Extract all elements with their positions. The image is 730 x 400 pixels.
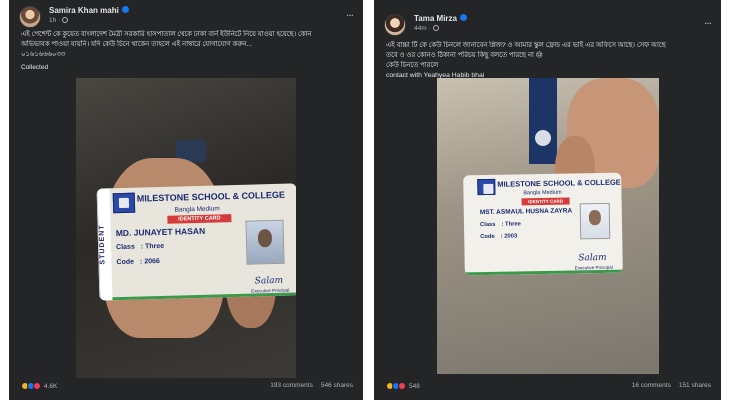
post-photo[interactable]: MILESTONE SCHOOL & COLLEGE Bangla Medium…: [437, 78, 659, 374]
reaction-count[interactable]: 4.6K: [44, 383, 57, 390]
reactions[interactable]: 548: [386, 382, 420, 390]
post-header: Tama Mirza 44m · ...: [384, 14, 712, 40]
card-class-value: : Three: [140, 242, 165, 251]
author-name[interactable]: Samira Khan mahi: [49, 6, 129, 15]
reactions[interactable]: 4.6K: [21, 382, 57, 390]
verified-badge-icon: [459, 14, 467, 21]
lanyard: [529, 78, 557, 164]
card-school: MILESTONE SCHOOL & COLLEGE: [497, 177, 621, 189]
card-class: Class : Three: [480, 221, 521, 228]
post-meta: 44m ·: [414, 25, 439, 32]
post-time[interactable]: 44m: [414, 25, 427, 32]
card-vertical-label: STUDENT: [96, 188, 113, 301]
author-name-text[interactable]: Tama Mirza: [414, 14, 457, 23]
card-code: Code : 2066: [116, 258, 160, 266]
card-class-value: : Three: [501, 221, 521, 228]
card-class: Class : Three: [116, 243, 164, 251]
post-stats: 193 comments 546 shares: [270, 382, 353, 389]
love-reaction-icon: [398, 382, 406, 390]
post-time[interactable]: 1h: [49, 17, 56, 24]
card-id-label: IDENTITY CARD: [167, 214, 232, 224]
card-class-label: Class: [479, 221, 496, 229]
more-options-icon[interactable]: ...: [704, 14, 712, 26]
post-footer: 548 16 comments 151 shares: [386, 382, 711, 394]
id-card: STUDENT MILESTONE SCHOOL & COLLEGE Bangl…: [96, 183, 296, 301]
id-card: MILESTONE SCHOOL & COLLEGE Bangla Medium…: [463, 172, 623, 276]
post-text: এই পেশেন্ট কে কুয়েত বাংলাদেশ মৈত্রী সরক…: [21, 30, 353, 60]
author-name[interactable]: Tama Mirza: [414, 14, 467, 23]
love-reaction-icon: [33, 382, 41, 390]
post-text-line: তবে ও ওর কোনও ঠিকানা পরিচয় কিছু বলতে পা…: [386, 52, 543, 59]
card-school: MILESTONE SCHOOL & COLLEGE: [136, 189, 286, 204]
card-footer-bar: [464, 269, 623, 276]
more-options-icon[interactable]: ...: [346, 6, 354, 18]
avatar[interactable]: [19, 6, 41, 28]
card-name: MD. JUNAYET HASAN: [115, 225, 206, 239]
card-class-label: Class: [116, 243, 135, 252]
post-text-line: এই পেশেন্ট কে কুয়েত বাংলাদেশ মৈত্রী সরক…: [21, 31, 312, 38]
facebook-post: Tama Mirza 44m · ... এই বাচ্চা টি কে কেউ …: [374, 0, 721, 400]
card-code-value: : 2066: [139, 258, 160, 266]
author-name-text[interactable]: Samira Khan mahi: [49, 6, 119, 15]
friends-icon: [62, 17, 69, 23]
comments-count[interactable]: 16 comments: [632, 382, 671, 389]
shares-count[interactable]: 151 shares: [679, 382, 711, 389]
verified-badge-icon: [121, 6, 129, 13]
friends-icon: [432, 25, 439, 31]
card-signature: Salam: [578, 252, 607, 264]
card-portrait: [579, 202, 611, 240]
post-photo[interactable]: STUDENT MILESTONE SCHOOL & COLLEGE Bangl…: [76, 78, 296, 378]
avatar[interactable]: [384, 14, 406, 36]
post-stats: 16 comments 151 shares: [632, 382, 711, 389]
card-code: Code : 2003: [480, 233, 517, 240]
post-text: এই বাচ্চা টি কে কেউ চিনলে জানাবেন প্লিজ?…: [386, 41, 711, 81]
post-text-line-start: কেউ চিনতে পারলে: [386, 62, 439, 69]
post-footer: 4.6K 193 comments 546 shares: [21, 382, 353, 394]
card-portrait: [245, 219, 285, 265]
collected-label: Collected: [21, 64, 49, 71]
facebook-post: Samira Khan mahi 1h · ... এই পেশেন্ট কে ক…: [9, 0, 363, 400]
card-name: MST. ASMAUL HUSNA ZAYRA: [479, 207, 573, 217]
post-text-line: অভিভাবক পাওয়া যায়নি। যদি কেউ চিনে থাকে…: [21, 41, 253, 48]
post-header: Samira Khan mahi 1h · ...: [19, 6, 354, 32]
reaction-count[interactable]: 548: [409, 383, 420, 390]
card-code-value: : 2003: [500, 233, 518, 240]
post-meta: 1h ·: [49, 17, 69, 24]
card-code-label: Code: [116, 258, 135, 267]
comments-count[interactable]: 193 comments: [270, 382, 313, 389]
post-text-line: ০১৬১৬৬৬০৩৩: [21, 51, 66, 58]
post-text-line: এই বাচ্চা টি কে কেউ চিনলে জানাবেন প্লিজ?…: [386, 42, 666, 49]
card-id-label: IDENTITY CARD: [521, 197, 570, 206]
card-code-label: Code: [480, 233, 495, 241]
card-signature: Salam: [254, 275, 284, 287]
shares-count[interactable]: 546 shares: [321, 382, 353, 389]
